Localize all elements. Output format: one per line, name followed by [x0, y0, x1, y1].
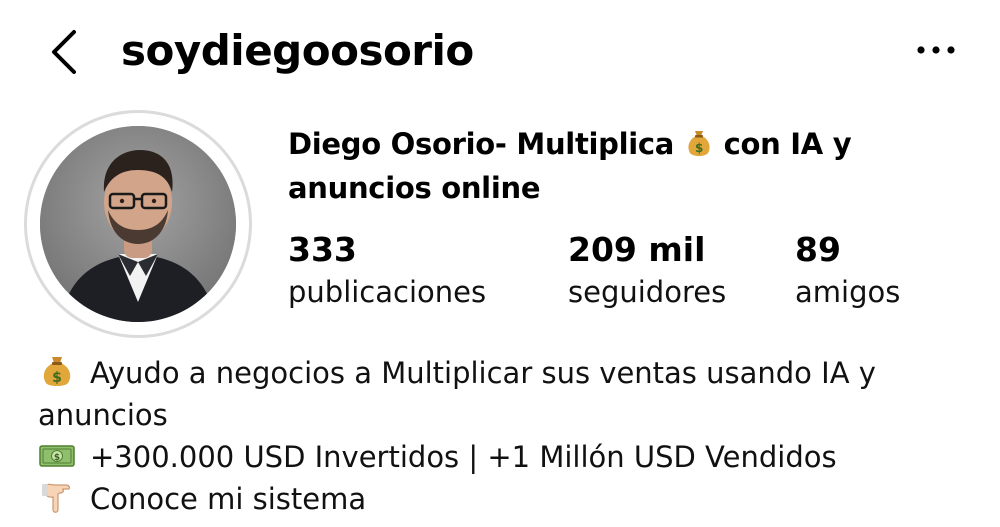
posts-label: publicaciones: [288, 275, 487, 309]
stat-posts[interactable]: 333 publicaciones: [288, 228, 486, 312]
posts-count: 333: [288, 230, 357, 269]
back-button[interactable]: [44, 24, 88, 80]
bio-line-2-text: +300.000 USD Invertidos | +1 Millón USD …: [90, 440, 837, 474]
stat-followers[interactable]: 209 mil seguidores: [568, 228, 726, 312]
profile-header: soydiegoosorio: [0, 0, 1000, 100]
more-options-button[interactable]: [912, 38, 960, 62]
bio-line-2: $ +300.000 USD Invertidos | +1 Millón US…: [38, 436, 978, 478]
bio-line-3: Conoce mi sistema: [38, 478, 978, 520]
avatar[interactable]: [40, 126, 236, 322]
pointing-down-hand-icon: [38, 482, 76, 514]
more-horizontal-icon: [917, 46, 955, 54]
dollar-banknote-icon: $: [38, 440, 76, 472]
money-bag-icon: $: [38, 356, 76, 388]
profile-display-name: Diego Osorio- Multiplica $ con IA y anun…: [288, 124, 888, 208]
svg-text:$: $: [54, 453, 60, 463]
bio-line-3-text: Conoce mi sistema: [90, 482, 367, 516]
bio-line-1: $ Ayudo a negocios a Multiplicar sus ven…: [38, 352, 978, 394]
svg-text:$: $: [695, 141, 703, 155]
followers-label: seguidores: [568, 275, 727, 309]
svg-text:$: $: [52, 370, 62, 386]
bio-line-1-text: Ayudo a negocios a Multiplicar sus venta…: [90, 356, 876, 390]
stat-friends[interactable]: 89 amigos: [795, 228, 900, 312]
bio-line-1-continued: anuncios: [38, 398, 168, 432]
money-bag-icon: $: [684, 128, 714, 168]
friends-count: 89: [795, 230, 841, 269]
avatar-story-ring[interactable]: [24, 110, 252, 338]
profile-username: soydiegoosorio: [121, 26, 474, 75]
friends-label: amigos: [795, 275, 901, 309]
followers-count: 209 mil: [568, 230, 706, 269]
profile-photo-illustration: [40, 126, 236, 322]
profile-bio: $ Ayudo a negocios a Multiplicar sus ven…: [38, 352, 978, 520]
display-name-text-1: Diego Osorio- Multiplica: [288, 127, 684, 161]
chevron-left-icon: [52, 30, 76, 74]
